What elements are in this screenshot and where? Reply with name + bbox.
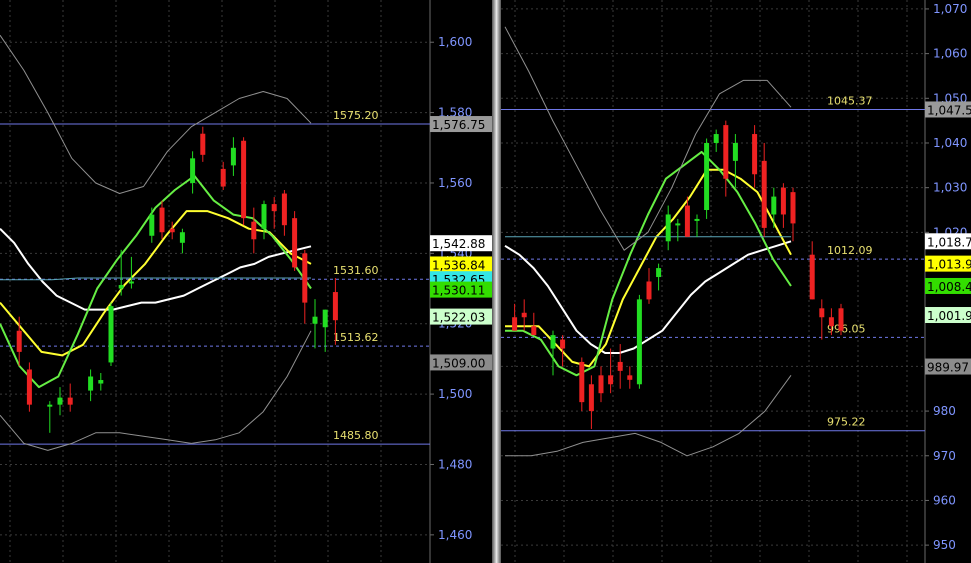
price-tag-label: 1,047.5 xyxy=(927,103,971,117)
candle-body[interactable] xyxy=(694,218,700,221)
candle-body[interactable] xyxy=(732,142,738,161)
reference-line-label: 1012.09 xyxy=(827,244,873,257)
candle-body[interactable] xyxy=(608,375,614,385)
candle-body[interactable] xyxy=(108,306,114,363)
price-tag-label: 989.97 xyxy=(927,361,969,375)
candle-body[interactable] xyxy=(780,187,786,215)
candle-body[interactable] xyxy=(598,375,604,394)
candle-body[interactable] xyxy=(312,316,318,324)
y-tick-label: 1,600 xyxy=(438,35,472,49)
price-tag-label: 1,576.75 xyxy=(432,118,485,132)
y-tick-label: 1,040 xyxy=(933,136,967,150)
reference-line-label: 1531.60 xyxy=(333,264,379,277)
y-tick-label: 1,070 xyxy=(933,2,967,16)
price-tag-label: 1,522.03 xyxy=(432,311,485,325)
candle-body[interactable] xyxy=(261,204,267,229)
chart-window: 1,6001,5801,5601,5401,5201,5001,4801,460… xyxy=(0,0,971,563)
reference-line-label: 1575.20 xyxy=(333,109,379,122)
candle-body[interactable] xyxy=(723,125,729,179)
candle-body[interactable] xyxy=(149,214,155,236)
candle-body[interactable] xyxy=(26,369,32,405)
candle-body[interactable] xyxy=(790,192,796,224)
y-tick-label: 970 xyxy=(933,449,956,463)
candle-body[interactable] xyxy=(271,204,277,212)
candle-body[interactable] xyxy=(332,292,338,321)
price-tag-label: 1,509.00 xyxy=(432,356,485,370)
candle-body[interactable] xyxy=(169,228,175,233)
y-tick-label: 1,480 xyxy=(438,457,472,471)
right-price-chart[interactable]: 1,0701,0601,0501,0401,0301,0209909809709… xyxy=(501,0,971,563)
price-tag-label: 1,018.7 xyxy=(927,235,971,249)
candle-body[interactable] xyxy=(713,134,719,143)
price-tag-label: 1,536.84 xyxy=(432,258,485,272)
candle-body[interactable] xyxy=(627,375,633,380)
candle-body[interactable] xyxy=(302,253,308,303)
candle-body[interactable] xyxy=(579,361,585,403)
y-tick-label: 980 xyxy=(933,404,956,418)
candle-body[interactable] xyxy=(16,330,22,352)
candle-body[interactable] xyxy=(752,134,758,175)
candle-body[interactable] xyxy=(57,397,63,405)
candle-body[interactable] xyxy=(47,404,53,407)
indicator-line-upper-band xyxy=(0,34,312,194)
candle-body[interactable] xyxy=(531,326,537,336)
candle-body[interactable] xyxy=(190,158,196,183)
panel-splitter[interactable] xyxy=(492,0,501,563)
candle-body[interactable] xyxy=(761,160,767,228)
candle-body[interactable] xyxy=(251,221,257,240)
indicator-line-lower-band xyxy=(505,375,792,457)
candle-body[interactable] xyxy=(704,142,710,211)
price-tag-label: 1,542.88 xyxy=(432,237,485,251)
candle-body[interactable] xyxy=(838,308,844,331)
indicator-line-white xyxy=(0,227,312,311)
candle-body[interactable] xyxy=(292,218,298,268)
candle-body[interactable] xyxy=(809,254,815,300)
candle-body[interactable] xyxy=(665,214,671,242)
y-tick-label: 960 xyxy=(933,493,956,507)
price-tag-label: 1,013.9 xyxy=(927,258,971,272)
y-tick-label: 1,030 xyxy=(933,181,967,195)
candle-body[interactable] xyxy=(550,335,556,349)
candle-body[interactable] xyxy=(636,299,642,385)
indicator-line-lower-band xyxy=(0,330,312,451)
candle-body[interactable] xyxy=(118,285,124,289)
price-tag-label: 1,008.4 xyxy=(927,280,971,294)
y-tick-label: 1,560 xyxy=(438,176,472,190)
candle-body[interactable] xyxy=(771,196,777,215)
candle-body[interactable] xyxy=(98,380,104,384)
candle-body[interactable] xyxy=(646,281,652,300)
price-tag-label: 1,001.9 xyxy=(927,309,971,323)
candle-body[interactable] xyxy=(220,168,226,187)
candle-body[interactable] xyxy=(200,133,206,155)
reference-line-label: 1045.37 xyxy=(827,94,873,107)
candle-body[interactable] xyxy=(67,397,73,405)
y-tick-label: 950 xyxy=(933,538,956,552)
reference-line-label: 1513.62 xyxy=(333,331,379,344)
y-tick-label: 1,460 xyxy=(438,528,472,542)
left-price-chart[interactable]: 1,6001,5801,5601,5401,5201,5001,4801,460… xyxy=(0,0,493,563)
candle-body[interactable] xyxy=(281,193,287,226)
y-tick-label: 1,500 xyxy=(438,387,472,401)
candle-body[interactable] xyxy=(179,232,185,243)
candle-body[interactable] xyxy=(159,207,165,233)
candle-body[interactable] xyxy=(588,384,594,412)
candle-body[interactable] xyxy=(617,361,623,371)
candle-body[interactable] xyxy=(656,268,662,278)
candle-body[interactable] xyxy=(322,309,328,328)
candle-body[interactable] xyxy=(675,223,681,226)
candle-body[interactable] xyxy=(128,281,134,284)
candle-body[interactable] xyxy=(230,147,236,166)
candle-body[interactable] xyxy=(241,140,247,219)
candle-body[interactable] xyxy=(521,312,527,318)
candle-body[interactable] xyxy=(560,339,566,349)
y-tick-label: 1,060 xyxy=(933,47,967,61)
candle-body[interactable] xyxy=(828,317,834,327)
reference-line-label: 1485.80 xyxy=(333,429,379,442)
candle-body[interactable] xyxy=(819,308,825,318)
candle-body[interactable] xyxy=(512,317,518,331)
reference-line-label: 975.22 xyxy=(827,416,866,429)
price-tag-label: 1,530.11 xyxy=(432,284,485,298)
candle-body[interactable] xyxy=(88,376,94,391)
candle-body[interactable] xyxy=(684,205,690,237)
